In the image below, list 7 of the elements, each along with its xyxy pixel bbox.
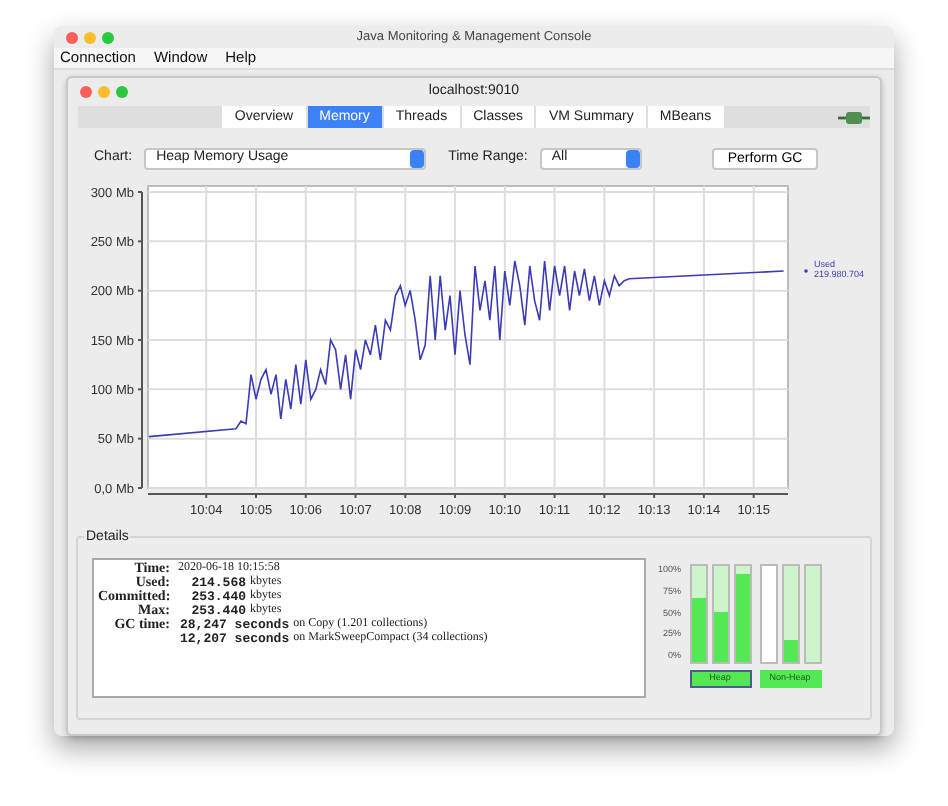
minimize-icon[interactable]	[84, 31, 96, 43]
close-icon[interactable]	[66, 31, 78, 43]
zoom-icon[interactable]	[116, 86, 128, 98]
minimize-icon[interactable]	[98, 86, 110, 98]
close-icon[interactable]	[80, 86, 92, 98]
legend-marker	[804, 269, 808, 273]
zoom-icon[interactable]	[102, 31, 114, 43]
